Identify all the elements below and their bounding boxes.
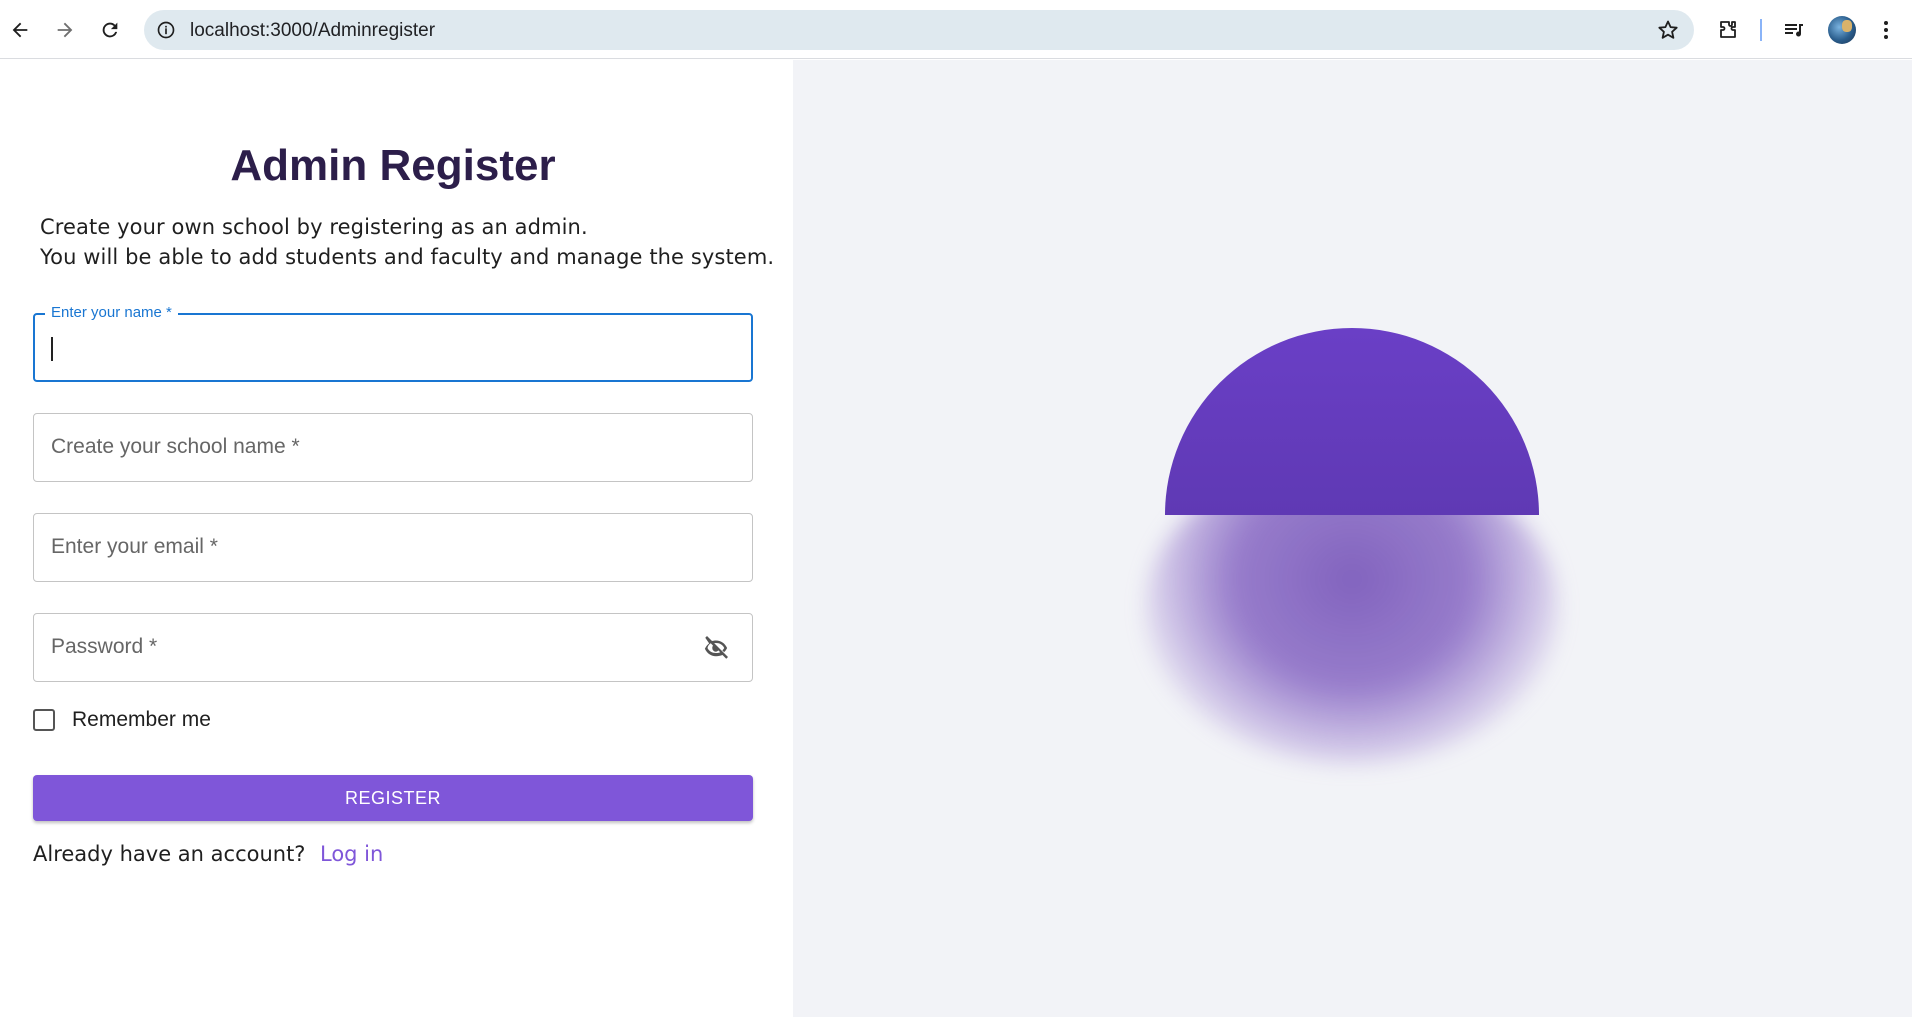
toolbar-divider — [1760, 19, 1762, 41]
extensions-icon[interactable] — [1714, 16, 1742, 44]
register-panel: Admin Register Create your own school by… — [0, 60, 793, 1017]
password-placeholder: Password * — [51, 635, 158, 658]
text-caret — [51, 337, 53, 361]
decorative-orb — [793, 60, 1912, 1017]
login-link[interactable]: Log in — [320, 842, 383, 866]
browser-toolbar: localhost:3000/Adminregister — [0, 0, 1912, 59]
remember-me-label[interactable]: Remember me — [72, 708, 211, 732]
school-name-placeholder: Create your school name * — [51, 435, 300, 458]
forward-arrow-icon — [57, 22, 73, 38]
remember-me-row: Remember me — [33, 708, 211, 732]
account-prompt: Already have an account? — [33, 842, 306, 866]
remember-me-checkbox[interactable] — [33, 709, 55, 731]
profile-avatar[interactable] — [1828, 16, 1856, 44]
star-icon[interactable] — [1656, 18, 1680, 42]
visibility-off-icon[interactable] — [700, 633, 732, 663]
subtitle-line-2: You will be able to add students and fac… — [40, 245, 775, 269]
address-bar[interactable]: localhost:3000/Adminregister — [144, 10, 1694, 50]
back-button[interactable] — [2, 12, 38, 48]
info-icon[interactable] — [154, 18, 178, 42]
school-name-field[interactable]: Create your school name * — [33, 413, 753, 482]
subtitle-line-1: Create your own school by registering as… — [40, 215, 588, 239]
email-placeholder: Enter your email * — [51, 535, 218, 558]
reload-icon — [102, 22, 118, 38]
password-field[interactable]: Password * — [33, 613, 753, 682]
url-text[interactable]: localhost:3000/Adminregister — [190, 20, 435, 42]
media-icon[interactable] — [1780, 16, 1808, 44]
page-subtitle: Create your own school by registering as… — [40, 212, 774, 272]
register-button[interactable]: REGISTER — [33, 775, 753, 821]
forward-button[interactable] — [47, 12, 83, 48]
page-content: Admin Register Create your own school by… — [0, 60, 1912, 1017]
orb-half-circle — [1165, 328, 1539, 515]
name-field-label: Enter your name * — [45, 304, 178, 321]
page-title: Admin Register — [230, 141, 556, 190]
more-vert-icon[interactable] — [1872, 16, 1900, 44]
reload-button[interactable] — [92, 12, 128, 48]
back-arrow-icon — [12, 22, 28, 38]
email-field[interactable]: Enter your email * — [33, 513, 753, 582]
illustration-panel — [793, 60, 1912, 1017]
name-field[interactable]: Enter your name * — [33, 304, 753, 382]
